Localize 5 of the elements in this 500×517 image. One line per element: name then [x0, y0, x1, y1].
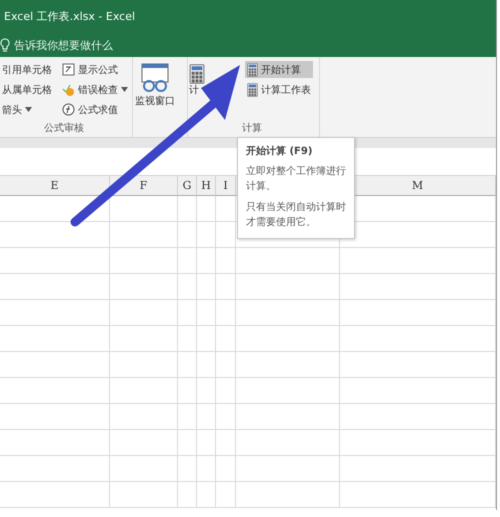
window-title: Excel 工作表.xlsx - Excel	[4, 9, 136, 24]
tooltip-text: 只有当关闭自动计算时才需要使用它。	[246, 200, 347, 230]
tooltip-title: 开始计算 (F9)	[246, 144, 314, 158]
group-label: 公式审核	[43, 122, 85, 135]
group-label: 计算	[241, 122, 263, 135]
